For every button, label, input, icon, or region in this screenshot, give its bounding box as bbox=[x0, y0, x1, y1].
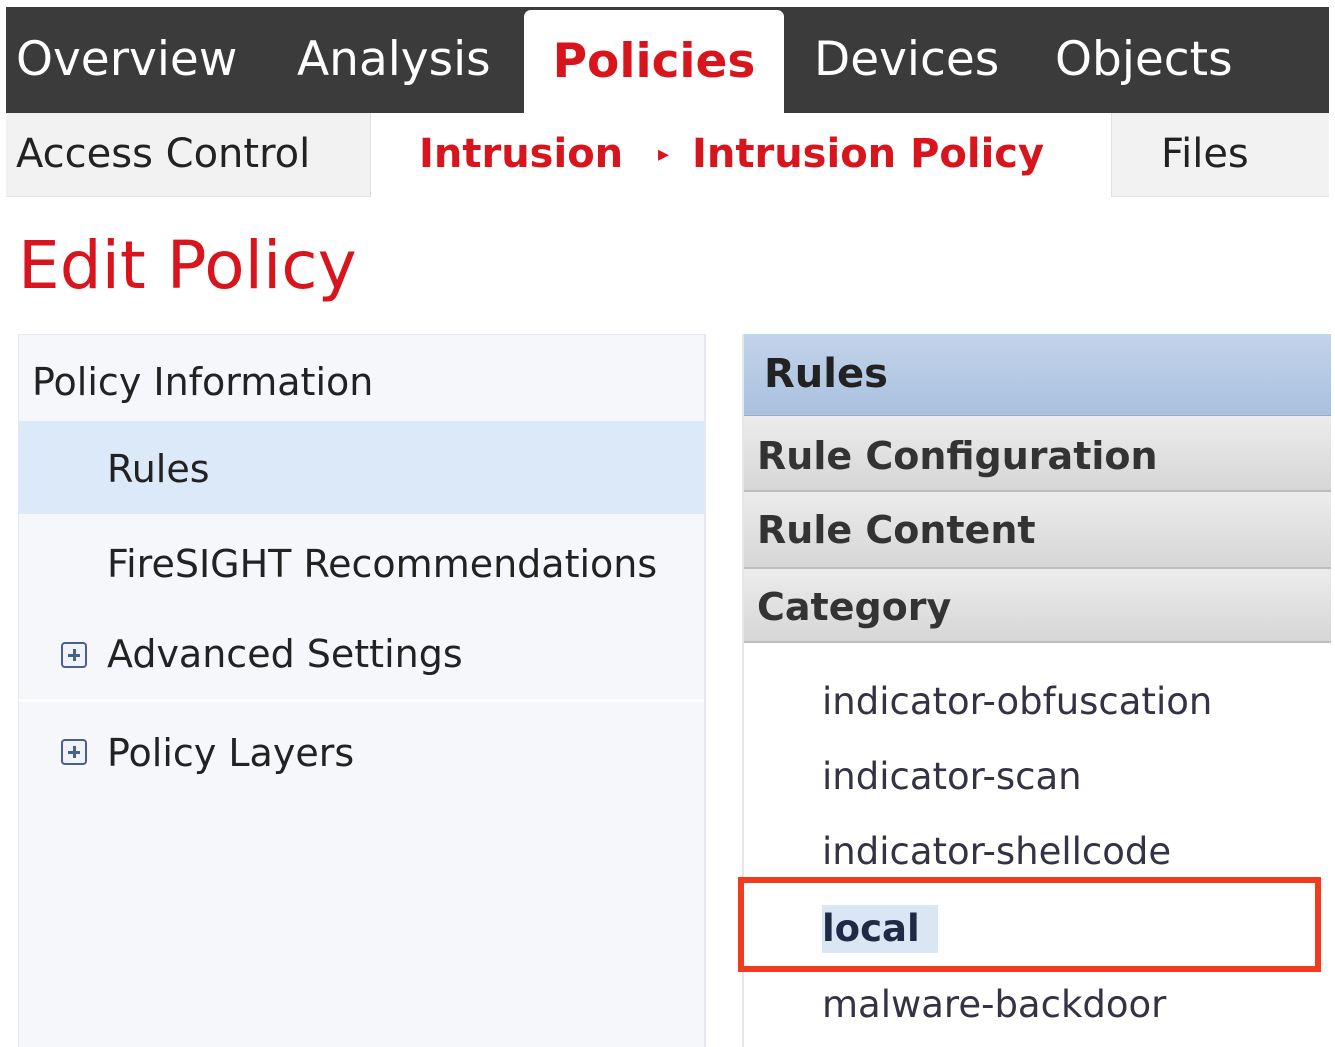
section-category[interactable]: Category bbox=[744, 569, 1331, 643]
sidebar-item-advanced-settings[interactable]: Advanced Settings bbox=[19, 606, 704, 697]
category-item-indicator-shellcode[interactable]: indicator-shellcode bbox=[822, 828, 1171, 876]
policy-sidebar: Policy Information Rules FireSIGHT Recom… bbox=[18, 334, 706, 1047]
page-title: Edit Policy bbox=[18, 227, 357, 304]
category-item-indicator-obfuscation[interactable]: indicator-obfuscation bbox=[822, 678, 1212, 726]
rules-header[interactable]: Rules bbox=[744, 334, 1331, 416]
category-item-malware-backdoor[interactable]: malware-backdoor bbox=[822, 981, 1166, 1029]
tab-policies[interactable]: Policies bbox=[524, 10, 784, 113]
top-navigation-bar: Overview Analysis Policies Devices Objec… bbox=[6, 7, 1329, 113]
breadcrumb-arrow-icon: ▸ bbox=[658, 142, 670, 167]
tab-overview[interactable]: Overview bbox=[16, 7, 237, 113]
sidebar-item-label: Rules bbox=[107, 447, 210, 491]
tab-analysis[interactable]: Analysis bbox=[297, 7, 491, 113]
sidebar-item-label: Policy Layers bbox=[107, 731, 355, 775]
rules-filter-panel: Rules Rule Configuration Rule Content Ca… bbox=[742, 334, 1331, 1047]
breadcrumb-intrusion[interactable]: Intrusion bbox=[419, 113, 623, 196]
rules-header-label: Rules bbox=[764, 351, 888, 397]
tab-objects[interactable]: Objects bbox=[1055, 7, 1233, 113]
category-item-local[interactable]: local bbox=[822, 905, 938, 953]
sidebar-item-label: FireSIGHT Recommendations bbox=[107, 542, 658, 586]
sidebar-item-policy-information[interactable]: Policy Information bbox=[19, 335, 704, 421]
plus-expand-icon[interactable] bbox=[61, 739, 87, 765]
fmc-edit-policy-screen: Overview Analysis Policies Devices Objec… bbox=[0, 0, 1335, 1047]
category-item-indicator-scan[interactable]: indicator-scan bbox=[822, 753, 1082, 801]
sidebar-item-policy-layers[interactable]: Policy Layers bbox=[19, 705, 704, 797]
sidebar-item-label: Policy Information bbox=[32, 360, 374, 404]
sidebar-divider bbox=[19, 699, 704, 702]
subnav-access-control[interactable]: Access Control bbox=[16, 113, 310, 196]
sidebar-item-firesight-recommendations[interactable]: FireSIGHT Recommendations bbox=[19, 516, 704, 606]
sidebar-item-label: Advanced Settings bbox=[107, 632, 463, 676]
sidebar-item-rules[interactable]: Rules bbox=[19, 421, 704, 514]
breadcrumb-intrusion-policy[interactable]: Intrusion Policy bbox=[692, 113, 1044, 196]
tab-devices[interactable]: Devices bbox=[814, 7, 999, 113]
section-rule-configuration[interactable]: Rule Configuration bbox=[744, 416, 1331, 492]
section-rule-content[interactable]: Rule Content bbox=[744, 492, 1331, 569]
plus-expand-icon[interactable] bbox=[61, 642, 87, 668]
subnav-files[interactable]: Files bbox=[1161, 113, 1249, 196]
section-label: Rule Configuration bbox=[757, 434, 1158, 478]
section-label: Category bbox=[757, 585, 952, 629]
sub-navigation-bar: Access Control Intrusion ▸ Intrusion Pol… bbox=[6, 113, 1329, 197]
section-label: Rule Content bbox=[757, 508, 1036, 552]
